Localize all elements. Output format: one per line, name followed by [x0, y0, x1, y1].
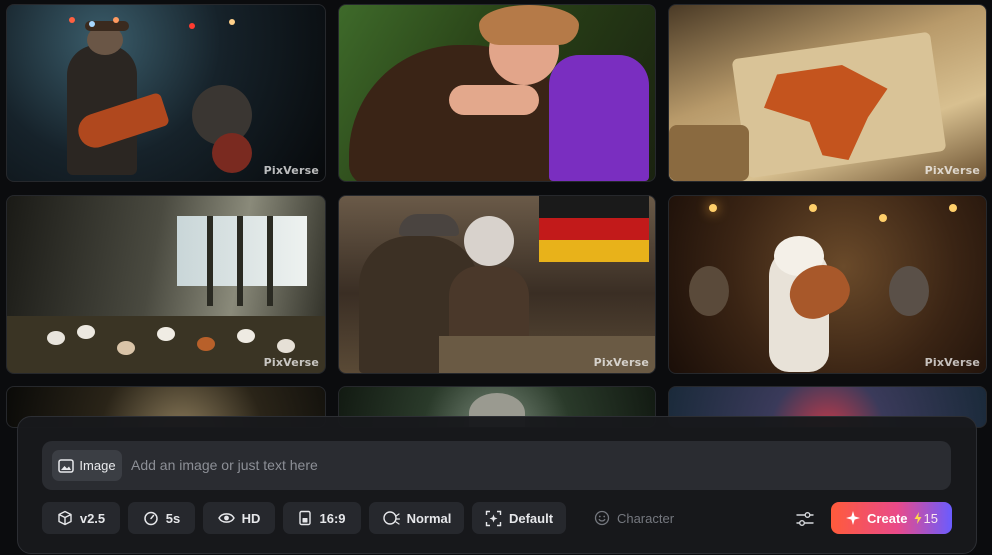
prompt-composer: Image Add an image or just text here v2.…: [17, 416, 977, 554]
motion-icon: [382, 511, 400, 525]
style-frame-icon: [485, 510, 502, 526]
image-icon: [58, 458, 75, 473]
watermark: PixVerse: [924, 164, 980, 177]
sliders-icon[interactable]: [796, 511, 814, 527]
style-chip[interactable]: Default: [472, 502, 566, 534]
create-label: Create: [867, 510, 908, 526]
prompt-input-bar[interactable]: Image Add an image or just text here: [42, 441, 951, 490]
style-label: Default: [508, 510, 554, 526]
motion-chip[interactable]: Normal: [369, 502, 464, 534]
prompt-placeholder[interactable]: Add an image or just text here: [131, 457, 318, 473]
character-chip[interactable]: Character: [586, 502, 682, 534]
sparkle-icon: [846, 511, 861, 525]
tile-rock-musician[interactable]: PixVerse: [6, 4, 326, 182]
watermark: PixVerse: [263, 164, 319, 177]
model-version-chip[interactable]: v2.5: [42, 502, 120, 534]
watermark: PixVerse: [263, 356, 319, 369]
aspect-ratio-chip[interactable]: 16:9: [283, 502, 361, 534]
model-version-label: v2.5: [79, 510, 106, 526]
eye-icon: [217, 513, 235, 523]
smiley-icon: [594, 510, 610, 526]
duration-chip[interactable]: 5s: [128, 502, 195, 534]
tile-chickens-barn[interactable]: PixVerse: [6, 195, 326, 374]
quality-label: HD: [241, 510, 261, 526]
watermark: PixVerse: [924, 356, 980, 369]
image-button-label: Image: [79, 458, 116, 473]
duration-label: 5s: [165, 510, 181, 526]
watermark: PixVerse: [593, 356, 649, 369]
credit-cost: 15: [914, 511, 938, 526]
quality-chip[interactable]: HD: [203, 502, 275, 534]
tile-bears-tavern[interactable]: PixVerse: [668, 195, 987, 374]
timer-icon: [144, 511, 158, 526]
motion-label: Normal: [406, 510, 452, 526]
tile-girl-hugging-beaver[interactable]: [338, 4, 656, 182]
tile-elderly-couple-coins[interactable]: PixVerse: [338, 195, 656, 374]
lightning-icon: [914, 512, 921, 524]
create-button[interactable]: Create 15: [831, 502, 952, 534]
aspect-ratio-icon: [299, 510, 312, 526]
aspect-ratio-label: 16:9: [319, 510, 346, 526]
credit-cost-value: 15: [923, 510, 938, 526]
cube-icon: [58, 510, 72, 526]
character-label: Character: [616, 510, 675, 526]
image-upload-button[interactable]: Image: [52, 450, 122, 481]
tile-map-africa[interactable]: PixVerse: [668, 4, 987, 182]
